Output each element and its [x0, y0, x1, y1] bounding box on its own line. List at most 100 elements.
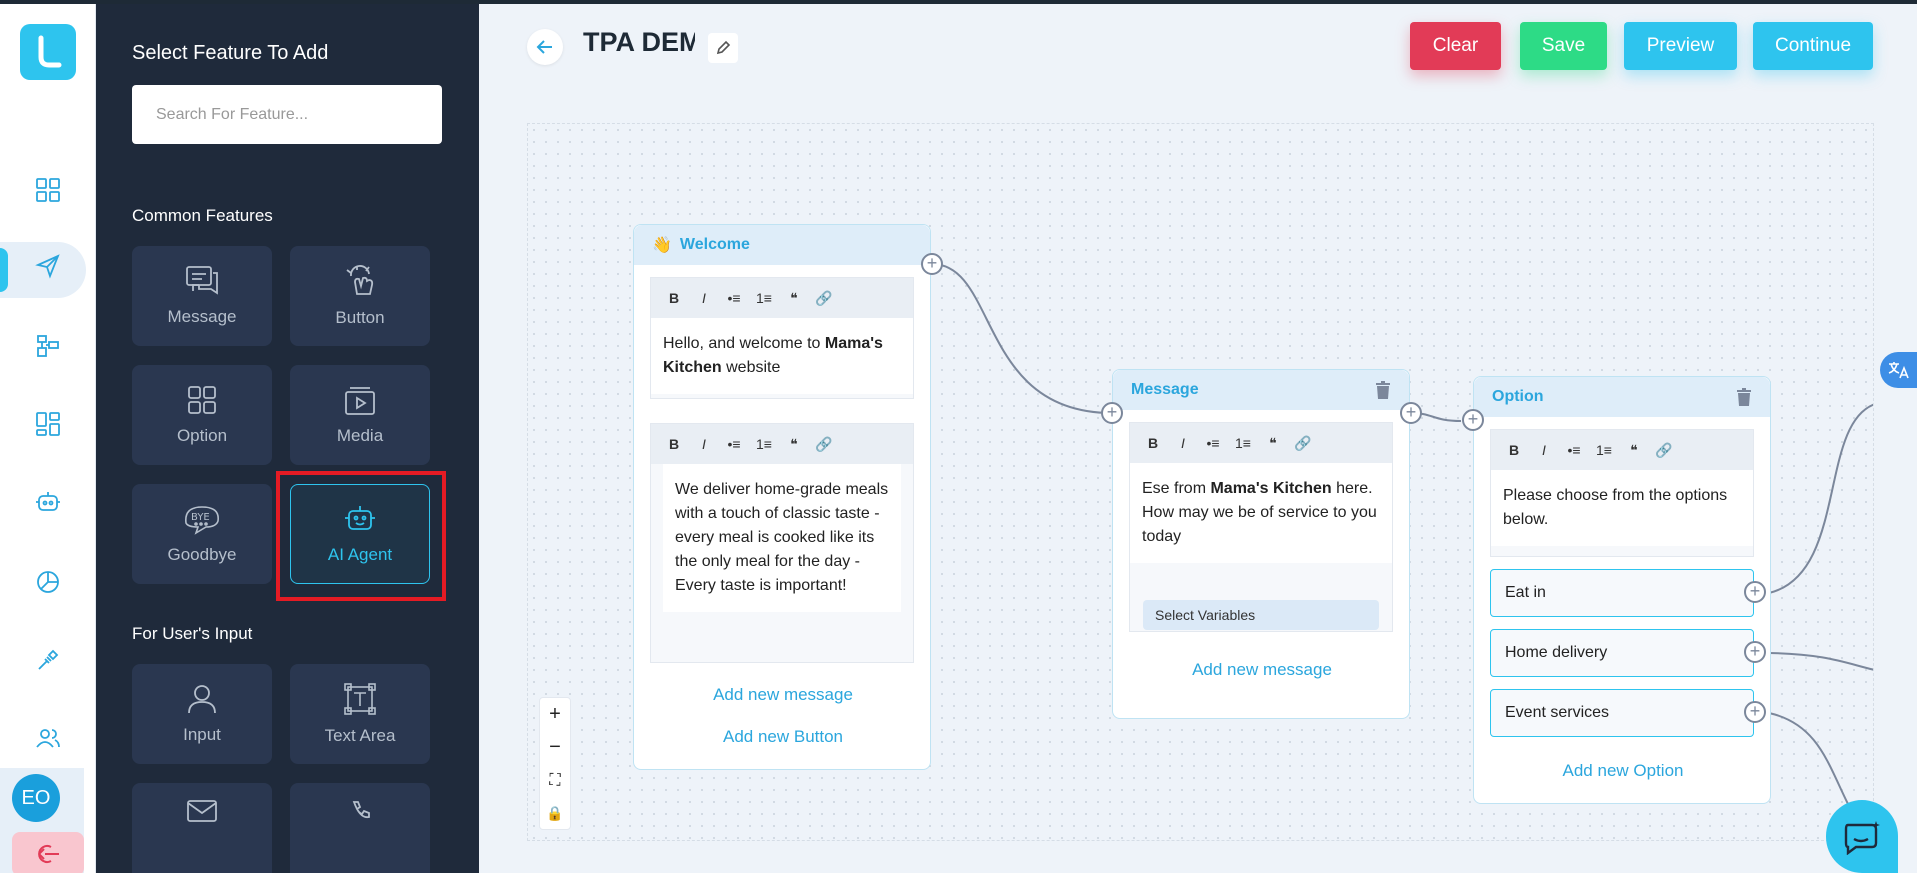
translate-icon[interactable]	[1880, 352, 1917, 388]
select-variables-button[interactable]: Select Variables	[1143, 600, 1379, 630]
send-icon[interactable]	[30, 248, 66, 284]
welcome-node[interactable]: 👋 Welcome B I •≡ 1≡ ❝ 🔗 Hello, and welco…	[633, 224, 931, 770]
quote-button[interactable]: ❝	[1625, 442, 1643, 459]
option-item-home-delivery[interactable]: Home delivery	[1490, 629, 1754, 677]
message-node[interactable]: Message B I •≡ 1≡ ❝ 🔗 Ese from Mama's Ki…	[1112, 369, 1410, 719]
users-icon[interactable]	[30, 720, 66, 756]
flow-canvas[interactable]: 👋 Welcome B I •≡ 1≡ ❝ 🔗 Hello, and welco…	[527, 123, 1874, 841]
add-new-option-link[interactable]: Add new Option	[1474, 761, 1772, 781]
bold-button[interactable]: B	[1144, 435, 1162, 451]
bullet-list-button[interactable]: •≡	[725, 290, 743, 306]
clear-button[interactable]: Clear	[1410, 22, 1501, 70]
zoom-out-button[interactable]: −	[540, 731, 570, 764]
node-title: Message	[1131, 381, 1199, 398]
link-button[interactable]: 🔗	[815, 290, 833, 307]
rich-text-toolbar: B I •≡ 1≡ ❝ 🔗	[651, 424, 913, 464]
option-node-header[interactable]: Option	[1474, 377, 1770, 417]
integrations-icon[interactable]	[30, 642, 66, 678]
option-node[interactable]: Option B I •≡ 1≡ ❝ 🔗 Please choose from …	[1473, 376, 1771, 804]
trash-icon[interactable]	[1375, 381, 1391, 399]
option-item-event-services[interactable]: Event services	[1490, 689, 1754, 737]
feature-tile-email[interactable]	[132, 783, 272, 873]
italic-button[interactable]: I	[1174, 435, 1192, 451]
lock-button[interactable]: 🔒	[540, 797, 570, 830]
numbered-list-button[interactable]: 1≡	[755, 436, 773, 452]
bold-button[interactable]: B	[1505, 442, 1523, 458]
dashboard-icon[interactable]	[30, 172, 66, 208]
templates-icon[interactable]	[30, 406, 66, 442]
add-new-message-link[interactable]: Add new message	[634, 685, 932, 705]
fit-view-button[interactable]: ⛶	[540, 764, 570, 797]
message-output-port[interactable]: +	[1400, 402, 1422, 424]
analytics-icon[interactable]	[30, 564, 66, 600]
option-eat-in-port[interactable]: +	[1744, 581, 1766, 603]
edit-title-button[interactable]	[708, 33, 738, 63]
quote-button[interactable]: ❝	[1264, 435, 1282, 452]
preview-button[interactable]: Preview	[1624, 22, 1737, 70]
phone-icon	[352, 801, 370, 819]
option-item-eat-in[interactable]: Eat in	[1490, 569, 1754, 617]
builder-icon[interactable]	[30, 328, 66, 364]
feature-tile-media[interactable]: Media	[290, 365, 430, 465]
zoom-in-button[interactable]: +	[540, 698, 570, 731]
option-prompt-text[interactable]: Please choose from the options below.	[1491, 470, 1753, 546]
tile-label: Text Area	[324, 726, 396, 745]
message-text[interactable]: We deliver home-grade meals with a touch…	[663, 464, 901, 612]
message-node-header[interactable]: Message	[1113, 370, 1409, 410]
trash-icon[interactable]	[1736, 388, 1752, 406]
numbered-list-button[interactable]: 1≡	[1595, 442, 1613, 458]
message-text[interactable]: Hello, and welcome to Mama's Kitchen web…	[651, 318, 913, 394]
welcome-node-header[interactable]: 👋 Welcome	[634, 225, 930, 265]
bullet-list-button[interactable]: •≡	[1565, 442, 1583, 458]
bold-button[interactable]: B	[665, 436, 683, 452]
tile-label: Media	[336, 426, 384, 445]
quote-button[interactable]: ❝	[785, 290, 803, 307]
option-prompt-editor[interactable]: B I •≡ 1≡ ❝ 🔗 Please choose from the opt…	[1490, 429, 1754, 557]
numbered-list-button[interactable]: 1≡	[755, 290, 773, 306]
numbered-list-button[interactable]: 1≡	[1234, 435, 1252, 451]
quote-button[interactable]: ❝	[785, 436, 803, 453]
continue-button[interactable]: Continue	[1753, 22, 1873, 70]
bullet-list-button[interactable]: •≡	[1204, 435, 1222, 451]
italic-button[interactable]: I	[1535, 442, 1553, 458]
logout-button[interactable]	[12, 832, 84, 873]
feature-tile-phone[interactable]	[290, 783, 430, 873]
avatar[interactable]: EO	[12, 774, 60, 822]
option-home-delivery-port[interactable]: +	[1744, 641, 1766, 663]
feature-search-input[interactable]	[132, 85, 442, 144]
feature-tile-message[interactable]: Message	[132, 246, 272, 346]
tile-label: Option	[176, 426, 228, 445]
user-input-heading: For User's Input	[132, 624, 253, 643]
bot-icon[interactable]	[30, 484, 66, 520]
add-new-message-link[interactable]: Add new message	[1113, 660, 1411, 680]
app-logo[interactable]	[20, 24, 76, 80]
save-button[interactable]: Save	[1520, 22, 1607, 70]
node-title: Welcome	[679, 236, 750, 253]
link-button[interactable]: 🔗	[1655, 442, 1673, 459]
message-text[interactable]: Ese from Mama's Kitchen here. How may we…	[1130, 463, 1392, 563]
feature-tile-input[interactable]: Input	[132, 664, 272, 764]
welcome-message-editor-2[interactable]: B I •≡ 1≡ ❝ 🔗 We deliver home-grade meal…	[650, 423, 914, 663]
text-segment: Ese from	[1142, 480, 1211, 497]
message-input-port[interactable]: +	[1101, 402, 1123, 424]
link-button[interactable]: 🔗	[1294, 435, 1312, 452]
icon-rail: EO	[0, 4, 96, 873]
add-new-button-link[interactable]: Add new Button	[634, 727, 932, 747]
welcome-message-editor-1[interactable]: B I •≡ 1≡ ❝ 🔗 Hello, and welcome to Mama…	[650, 277, 914, 399]
bold-button[interactable]: B	[665, 290, 683, 306]
rich-text-toolbar: B I •≡ 1≡ ❝ 🔗	[1491, 430, 1753, 470]
feature-tile-goodbye[interactable]: BYE Goodbye	[132, 484, 272, 584]
option-input-port[interactable]: +	[1462, 409, 1484, 431]
back-button[interactable]	[527, 29, 563, 65]
link-button[interactable]: 🔗	[815, 436, 833, 453]
feature-tile-button[interactable]: Button	[290, 246, 430, 346]
italic-button[interactable]: I	[695, 436, 713, 452]
bullet-list-button[interactable]: •≡	[725, 436, 743, 452]
chat-support-button[interactable]	[1826, 800, 1898, 873]
italic-button[interactable]: I	[695, 290, 713, 306]
welcome-output-port[interactable]: +	[921, 253, 943, 275]
feature-tile-text-area[interactable]: Text Area	[290, 664, 430, 764]
feature-tile-option[interactable]: Option	[132, 365, 272, 465]
tile-label: Input	[183, 725, 221, 744]
option-event-services-port[interactable]: +	[1744, 701, 1766, 723]
